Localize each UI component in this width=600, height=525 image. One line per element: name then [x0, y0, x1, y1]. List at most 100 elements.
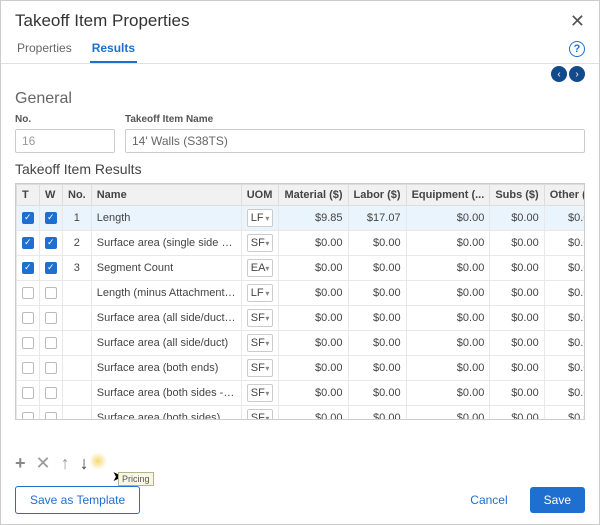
row-labor[interactable]: $0.00 [348, 281, 406, 306]
row-equipment[interactable]: $0.00 [406, 356, 490, 381]
col-name[interactable]: Name [91, 185, 241, 206]
row-other[interactable]: $0.00 [544, 306, 584, 331]
row-material[interactable]: $0.00 [279, 356, 348, 381]
uom-select[interactable]: LF▾ [247, 284, 274, 302]
t-checkbox[interactable] [22, 237, 34, 249]
row-equipment[interactable]: $0.00 [406, 331, 490, 356]
uom-select[interactable]: LF▾ [247, 209, 274, 227]
row-material[interactable]: $0.00 [279, 231, 348, 256]
row-other[interactable]: $0.00 [544, 331, 584, 356]
cancel-button[interactable]: Cancel [456, 487, 521, 513]
row-labor[interactable]: $0.00 [348, 356, 406, 381]
t-checkbox[interactable] [22, 312, 34, 324]
uom-select[interactable]: SF▾ [247, 234, 274, 252]
t-checkbox[interactable] [22, 212, 34, 224]
table-row[interactable]: Surface area (both sides)SF▾$0.00$0.00$0… [17, 406, 585, 420]
grid-scroll[interactable]: T W No. Name UOM Material ($) Labor ($) … [16, 184, 584, 419]
t-checkbox[interactable] [22, 337, 34, 349]
uom-select[interactable]: SF▾ [247, 309, 274, 327]
t-checkbox[interactable] [22, 287, 34, 299]
row-subs[interactable]: $0.00 [490, 306, 544, 331]
col-material[interactable]: Material ($) [279, 185, 348, 206]
w-checkbox[interactable] [45, 287, 57, 299]
tab-properties[interactable]: Properties [15, 35, 74, 63]
w-checkbox[interactable] [45, 387, 57, 399]
row-other[interactable]: $0.00 [544, 356, 584, 381]
t-checkbox[interactable] [22, 262, 34, 274]
table-row[interactable]: 3Segment CountEA▾$0.00$0.00$0.00$0.00$0.… [17, 256, 585, 281]
row-material[interactable]: $9.85 [279, 206, 348, 231]
row-equipment[interactable]: $0.00 [406, 206, 490, 231]
table-row[interactable]: Length (minus Attachment widLF▾$0.00$0.0… [17, 281, 585, 306]
table-row[interactable]: Surface area (all side/duct - miSF▾$0.00… [17, 306, 585, 331]
w-checkbox[interactable] [45, 262, 57, 274]
row-labor[interactable]: $0.00 [348, 406, 406, 420]
row-other[interactable]: $0.00 [544, 256, 584, 281]
save-as-template-button[interactable]: Save as Template [15, 486, 140, 514]
uom-select[interactable]: SF▾ [247, 384, 274, 402]
row-subs[interactable]: $0.00 [490, 331, 544, 356]
w-checkbox[interactable] [45, 237, 57, 249]
row-other[interactable]: $0.00 [544, 406, 584, 420]
uom-select[interactable]: SF▾ [247, 359, 274, 377]
row-material[interactable]: $0.00 [279, 306, 348, 331]
col-w[interactable]: W [40, 185, 63, 206]
row-other[interactable]: $0.00 [544, 231, 584, 256]
row-labor[interactable]: $0.00 [348, 231, 406, 256]
row-labor[interactable]: $0.00 [348, 306, 406, 331]
row-equipment[interactable]: $0.00 [406, 281, 490, 306]
row-other[interactable]: $0.00 [544, 381, 584, 406]
col-uom[interactable]: UOM [241, 185, 279, 206]
t-checkbox[interactable] [22, 387, 34, 399]
move-down-icon[interactable]: ↓ [80, 454, 89, 472]
col-labor[interactable]: Labor ($) [348, 185, 406, 206]
row-subs[interactable]: $0.00 [490, 281, 544, 306]
col-subs[interactable]: Subs ($) [490, 185, 544, 206]
help-icon[interactable]: ? [569, 41, 585, 57]
w-checkbox[interactable] [45, 337, 57, 349]
row-other[interactable]: $0.00 [544, 206, 584, 231]
uom-select[interactable]: SF▾ [247, 409, 274, 419]
w-checkbox[interactable] [45, 212, 57, 224]
table-row[interactable]: Surface area (all side/duct)SF▾$0.00$0.0… [17, 331, 585, 356]
row-labor[interactable]: $0.00 [348, 256, 406, 281]
remove-icon[interactable]: ✕ [36, 454, 51, 472]
row-equipment[interactable]: $0.00 [406, 306, 490, 331]
table-row[interactable]: 2Surface area (single side - minuSF▾$0.0… [17, 231, 585, 256]
table-row[interactable]: 1LengthLF▾$9.85$17.07$0.00$0.00$0.00 [17, 206, 585, 231]
pager-next-icon[interactable]: › [569, 66, 585, 82]
row-equipment[interactable]: $0.00 [406, 406, 490, 420]
row-equipment[interactable]: $0.00 [406, 381, 490, 406]
row-subs[interactable]: $0.00 [490, 406, 544, 420]
row-material[interactable]: $0.00 [279, 331, 348, 356]
row-subs[interactable]: $0.00 [490, 381, 544, 406]
row-subs[interactable]: $0.00 [490, 206, 544, 231]
col-no[interactable]: No. [63, 185, 92, 206]
w-checkbox[interactable] [45, 312, 57, 324]
uom-select[interactable]: EA▾ [247, 259, 274, 277]
row-labor[interactable]: $0.00 [348, 381, 406, 406]
table-row[interactable]: Surface area (both sides - minuSF▾$0.00$… [17, 381, 585, 406]
col-other[interactable]: Other ($) [544, 185, 584, 206]
add-icon[interactable]: + [15, 454, 26, 472]
col-equipment[interactable]: Equipment (... [406, 185, 490, 206]
row-subs[interactable]: $0.00 [490, 356, 544, 381]
save-button[interactable]: Save [530, 487, 585, 513]
pager-prev-icon[interactable]: ‹ [551, 66, 567, 82]
row-subs[interactable]: $0.00 [490, 256, 544, 281]
no-input[interactable] [15, 129, 115, 153]
close-icon[interactable]: ✕ [570, 12, 585, 30]
uom-select[interactable]: SF▾ [247, 334, 274, 352]
col-t[interactable]: T [17, 185, 40, 206]
row-material[interactable]: $0.00 [279, 381, 348, 406]
row-material[interactable]: $0.00 [279, 281, 348, 306]
table-row[interactable]: Surface area (both ends)SF▾$0.00$0.00$0.… [17, 356, 585, 381]
t-checkbox[interactable] [22, 362, 34, 374]
row-equipment[interactable]: $0.00 [406, 256, 490, 281]
row-material[interactable]: $0.00 [279, 406, 348, 420]
row-material[interactable]: $0.00 [279, 256, 348, 281]
row-labor[interactable]: $0.00 [348, 331, 406, 356]
row-other[interactable]: $0.00 [544, 281, 584, 306]
row-equipment[interactable]: $0.00 [406, 231, 490, 256]
w-checkbox[interactable] [45, 362, 57, 374]
